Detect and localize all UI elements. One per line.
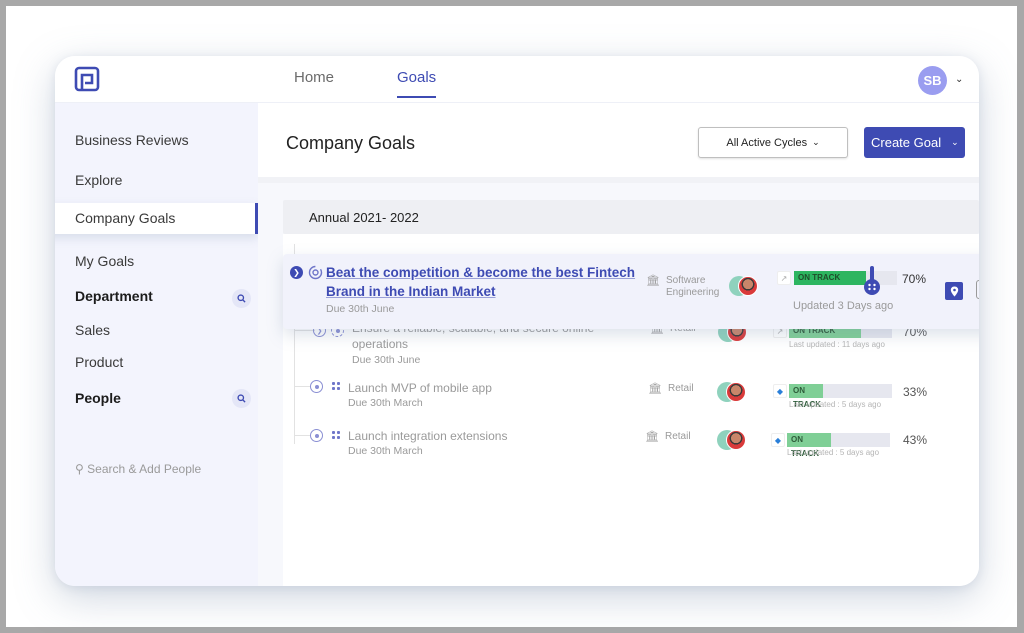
page-title: Company Goals (286, 133, 416, 153)
progress-bar[interactable]: ON TRACK (787, 433, 890, 458)
user-avatar[interactable]: SB (918, 66, 947, 95)
goal-due-date: Due 30th March (348, 397, 423, 409)
department-name: Retail (664, 431, 691, 442)
create-goal-button[interactable]: Create Goal ⌄ (864, 127, 965, 158)
people-search-placeholder: Search & Add People (87, 462, 202, 476)
tab-goals[interactable]: Goals (397, 69, 437, 98)
bank-icon: 🏛 (646, 275, 660, 287)
chevron-down-icon[interactable]: ⌄ (955, 74, 963, 85)
progress-fill: ON TRACK (787, 433, 832, 458)
sidebar-item-company-goals[interactable]: Company Goals (55, 203, 258, 234)
expand-icon[interactable]: ❯ (290, 266, 303, 279)
goal-title[interactable]: Launch integration extensions (348, 428, 608, 444)
key-result-icon[interactable] (310, 380, 323, 393)
key-result-icon[interactable] (310, 429, 323, 442)
cycles-filter-label: All Active Cycles (726, 136, 808, 149)
bank-icon: 🏛 (645, 431, 659, 443)
goal-due-date: Due 30th March (348, 445, 423, 457)
department-search-button[interactable] (232, 289, 251, 308)
last-updated: Last updated : 5 days ago (787, 448, 880, 457)
sidebar: Business Reviews Explore Company Goals M… (55, 103, 258, 586)
search-icon (237, 294, 246, 303)
goal-due-date: Due 30th June (352, 354, 421, 366)
tree-branch (294, 435, 310, 436)
people-heading: People (75, 390, 121, 406)
progress-fill: ON TRACK (789, 384, 823, 409)
department-tag: 🏛 Retail (648, 383, 694, 395)
cycle-section-header[interactable]: Annual 2021- 2022 (283, 200, 979, 234)
sidebar-item-sales[interactable]: Sales (75, 322, 110, 338)
progress-percent: 33% (903, 385, 928, 399)
tree-branch (294, 330, 315, 331)
department-name: Software Engineering (665, 275, 720, 298)
pin-button[interactable] (945, 282, 963, 300)
screenshot-frame: Home Goals SB ⌄ Business Reviews Explore… (6, 6, 1017, 627)
search-icon: ⚲ (75, 462, 84, 476)
search-icon (237, 394, 246, 403)
sidebar-item-my-goals[interactable]: My Goals (75, 253, 134, 269)
people-search-input[interactable]: ⚲ Search & Add People (75, 462, 201, 476)
cycles-filter-dropdown[interactable]: All Active Cycles ⌄ (698, 127, 848, 158)
goal-card-featured[interactable]: ❯ Beat the competition & become the best… (283, 254, 979, 329)
chevron-down-icon: ⌄ (812, 137, 820, 147)
drag-handle-icon[interactable] (332, 382, 340, 390)
progress-bar[interactable]: ON TRACK (794, 271, 897, 285)
app-logo-icon[interactable] (74, 66, 100, 92)
diamond-icon: ◆ (773, 384, 787, 398)
sidebar-item-business-reviews[interactable]: Business Reviews (75, 132, 189, 148)
goal-title[interactable]: Launch MVP of mobile app (348, 380, 608, 396)
department-heading: Department (75, 288, 153, 304)
department-tag: 🏛 Software Engineering (646, 275, 726, 299)
last-updated: Updated 3 Days ago (793, 300, 894, 312)
bank-icon: 🏛 (648, 383, 662, 395)
progress-percent: 70% (902, 272, 927, 286)
progress-percent: 43% (903, 433, 928, 447)
top-navigation: Home Goals SB ⌄ (55, 56, 979, 103)
people-search-button[interactable] (232, 389, 251, 408)
progress-bar[interactable]: ON TRACK (789, 384, 892, 409)
diamond-icon: ◆ (771, 433, 785, 447)
owner-avatars[interactable] (729, 276, 759, 296)
drag-handle-icon[interactable] (332, 431, 340, 439)
page-header: Company Goals All Active Cycles ⌄ Create… (258, 103, 979, 183)
chevron-down-icon[interactable]: ⌄ (951, 137, 959, 148)
goal-type-icon (308, 265, 323, 280)
owner-avatars[interactable] (717, 382, 747, 402)
last-updated: Last updated : 11 days ago (789, 340, 885, 349)
status-label: ON TRACK (798, 273, 841, 282)
sidebar-item-explore[interactable]: Explore (75, 172, 122, 188)
app-window: Home Goals SB ⌄ Business Reviews Explore… (55, 56, 979, 586)
owner-avatars[interactable] (717, 430, 747, 450)
progress-fill: ON TRACK (794, 271, 867, 285)
sidebar-item-label: Company Goals (75, 210, 176, 226)
trend-icon: ↗ (777, 271, 791, 285)
goal-due-date: Due 30th June (326, 303, 395, 315)
goal-title[interactable]: Beat the competition & become the best F… (326, 263, 636, 301)
create-goal-label: Create Goal (871, 135, 942, 150)
main-content: Company Goals All Active Cycles ⌄ Create… (258, 103, 979, 586)
progress-slider-handle[interactable] (863, 266, 881, 296)
location-pin-icon (950, 286, 958, 296)
more-options-button[interactable] (976, 280, 979, 299)
cycle-label: Annual 2021- 2022 (309, 210, 419, 225)
last-updated: Last updated : 5 days ago (789, 400, 882, 409)
department-tag: 🏛 Retail (645, 431, 691, 443)
department-name: Retail (667, 383, 694, 394)
tree-branch (294, 386, 310, 387)
tab-home[interactable]: Home (294, 69, 334, 86)
sidebar-item-product[interactable]: Product (75, 354, 123, 370)
